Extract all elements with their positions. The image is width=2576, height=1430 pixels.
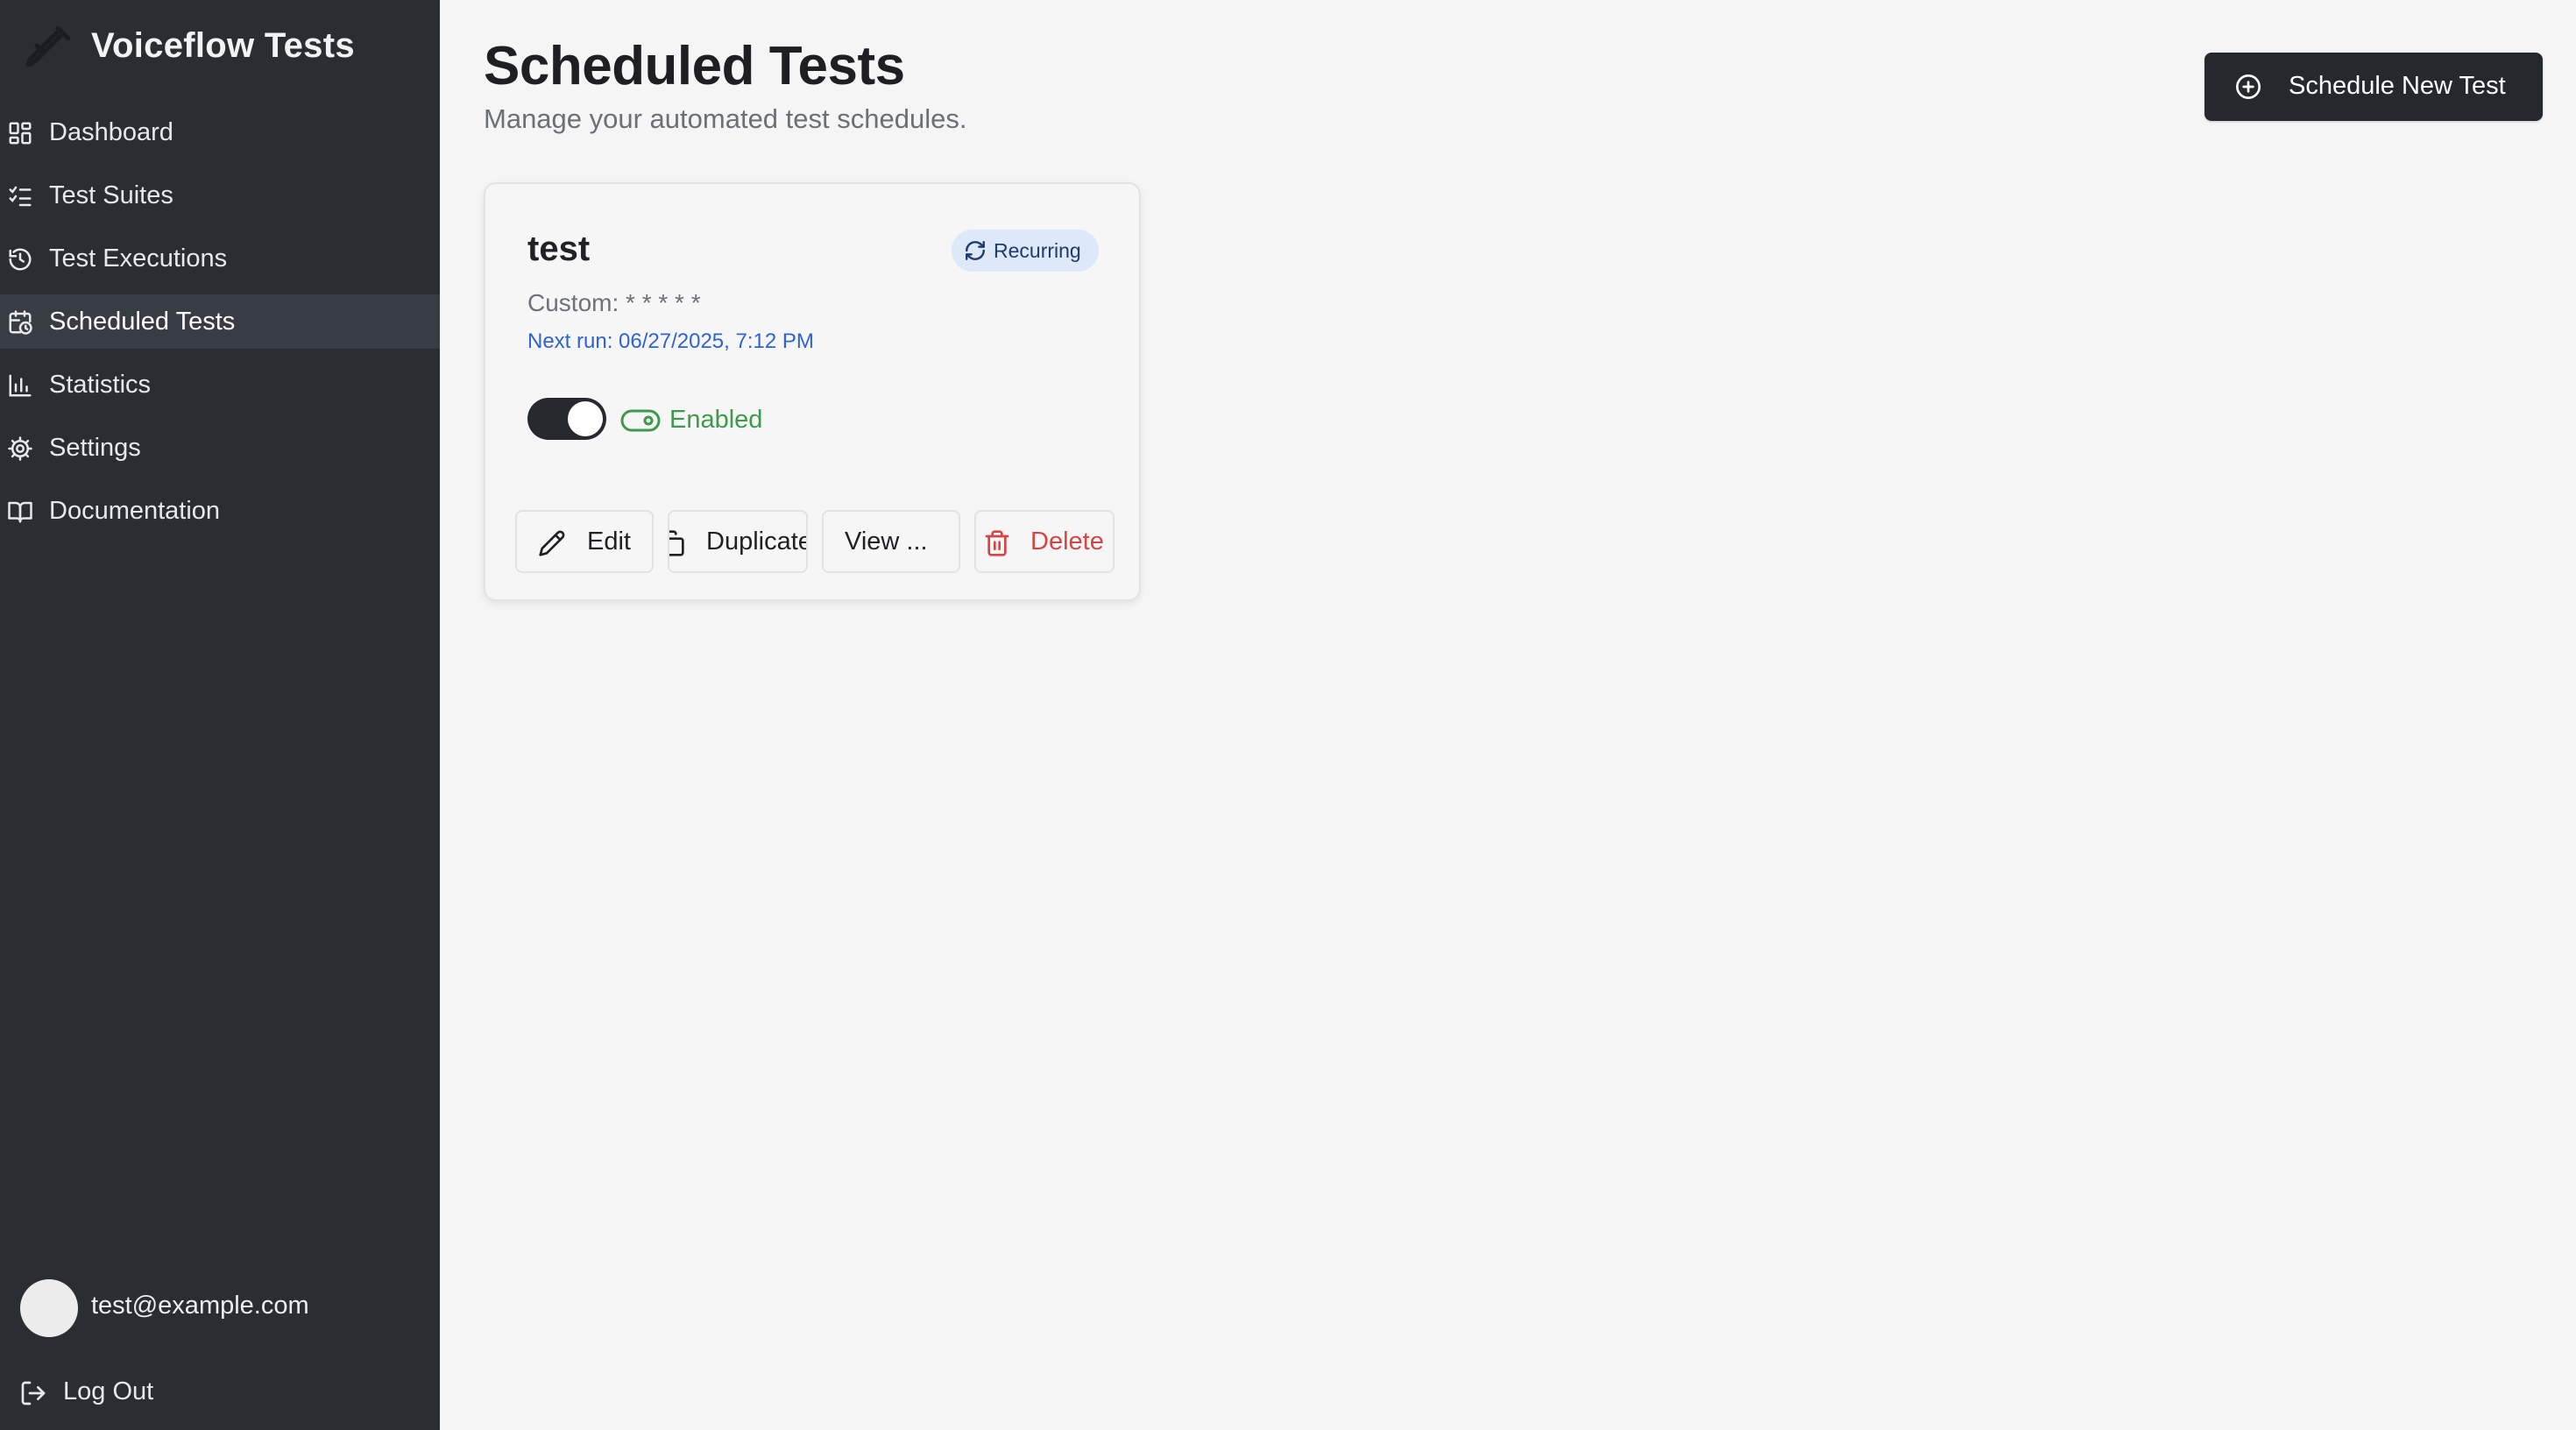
app-root: Voiceflow Tests Dashboard Test Suites Te… xyxy=(0,0,2576,1430)
schedule-new-test-label: Schedule New Test xyxy=(2289,72,2506,100)
duplicate-button[interactable]: Duplicate xyxy=(668,510,808,573)
sidebar-item-label: Test Executions xyxy=(49,244,228,273)
user-email: test@example.com xyxy=(91,1292,309,1320)
test-tube-icon xyxy=(25,25,71,67)
badge-label: Recurring xyxy=(994,239,1081,262)
sidebar-item-dashboard[interactable]: Dashboard xyxy=(0,105,440,159)
logout-label: Log Out xyxy=(63,1377,154,1405)
sidebar-item-test-suites[interactable]: Test Suites xyxy=(0,168,440,223)
edit-label: Edit xyxy=(587,527,631,556)
schedule-card: test Recurring Custom: * * * * * Next ru… xyxy=(484,182,1141,601)
plus-circle-icon xyxy=(2236,74,2261,99)
calendar-clock-icon xyxy=(9,310,32,335)
status-label: Enabled xyxy=(669,406,763,434)
bar-chart-icon xyxy=(9,374,32,397)
pencil-icon xyxy=(539,530,565,556)
recurring-badge: Recurring xyxy=(952,230,1099,272)
toggle-right-icon xyxy=(620,409,661,432)
layout-grid-icon xyxy=(9,122,32,145)
sidebar-item-test-executions[interactable]: Test Executions xyxy=(0,231,440,286)
refresh-icon xyxy=(966,241,985,260)
book-open-icon xyxy=(8,501,32,523)
sidebar-item-settings[interactable]: Settings xyxy=(0,421,440,475)
gear-icon xyxy=(8,436,32,461)
sidebar-item-label: Settings xyxy=(49,434,141,462)
trash-icon xyxy=(985,530,1009,556)
list-checks-icon xyxy=(9,186,32,207)
view-label: View ... xyxy=(845,527,928,556)
sidebar-item-documentation[interactable]: Documentation xyxy=(0,484,440,538)
sidebar-item-statistics[interactable]: Statistics xyxy=(0,358,440,412)
toggle-knob xyxy=(568,401,603,436)
sidebar-item-label: Documentation xyxy=(49,497,221,525)
delete-label: Delete xyxy=(1030,527,1104,556)
log-out-icon xyxy=(21,1381,46,1405)
schedule-name: test xyxy=(527,230,591,268)
history-icon xyxy=(9,248,32,271)
avatar[interactable] xyxy=(20,1279,78,1337)
brand-title: Voiceflow Tests xyxy=(91,26,355,65)
sidebar-item-label: Dashboard xyxy=(49,118,173,146)
copy-icon xyxy=(669,530,684,556)
sidebar-item-label: Scheduled Tests xyxy=(49,308,236,336)
enabled-toggle[interactable] xyxy=(527,398,606,440)
schedule-expression: Custom: * * * * * xyxy=(527,289,701,316)
sidebar-item-scheduled-tests[interactable]: Scheduled Tests xyxy=(0,294,440,349)
sidebar-item-label: Test Suites xyxy=(49,181,173,209)
next-run-text: Next run: 06/27/2025, 7:12 PM xyxy=(527,329,814,353)
delete-button[interactable]: Delete xyxy=(974,510,1115,573)
schedule-new-test-button[interactable]: Schedule New Test xyxy=(2204,53,2543,121)
sidebar-item-label: Statistics xyxy=(49,371,152,399)
duplicate-label: Duplicate xyxy=(706,527,808,556)
page-title: Scheduled Tests xyxy=(484,36,905,96)
logout-button[interactable]: Log Out xyxy=(0,1367,440,1416)
view-button[interactable]: View ... xyxy=(822,510,960,573)
brand[interactable]: Voiceflow Tests xyxy=(0,0,440,96)
page-subtitle: Manage your automated test schedules. xyxy=(484,103,967,134)
sidebar: Voiceflow Tests Dashboard Test Suites Te… xyxy=(0,0,440,1430)
edit-button[interactable]: Edit xyxy=(515,510,654,573)
